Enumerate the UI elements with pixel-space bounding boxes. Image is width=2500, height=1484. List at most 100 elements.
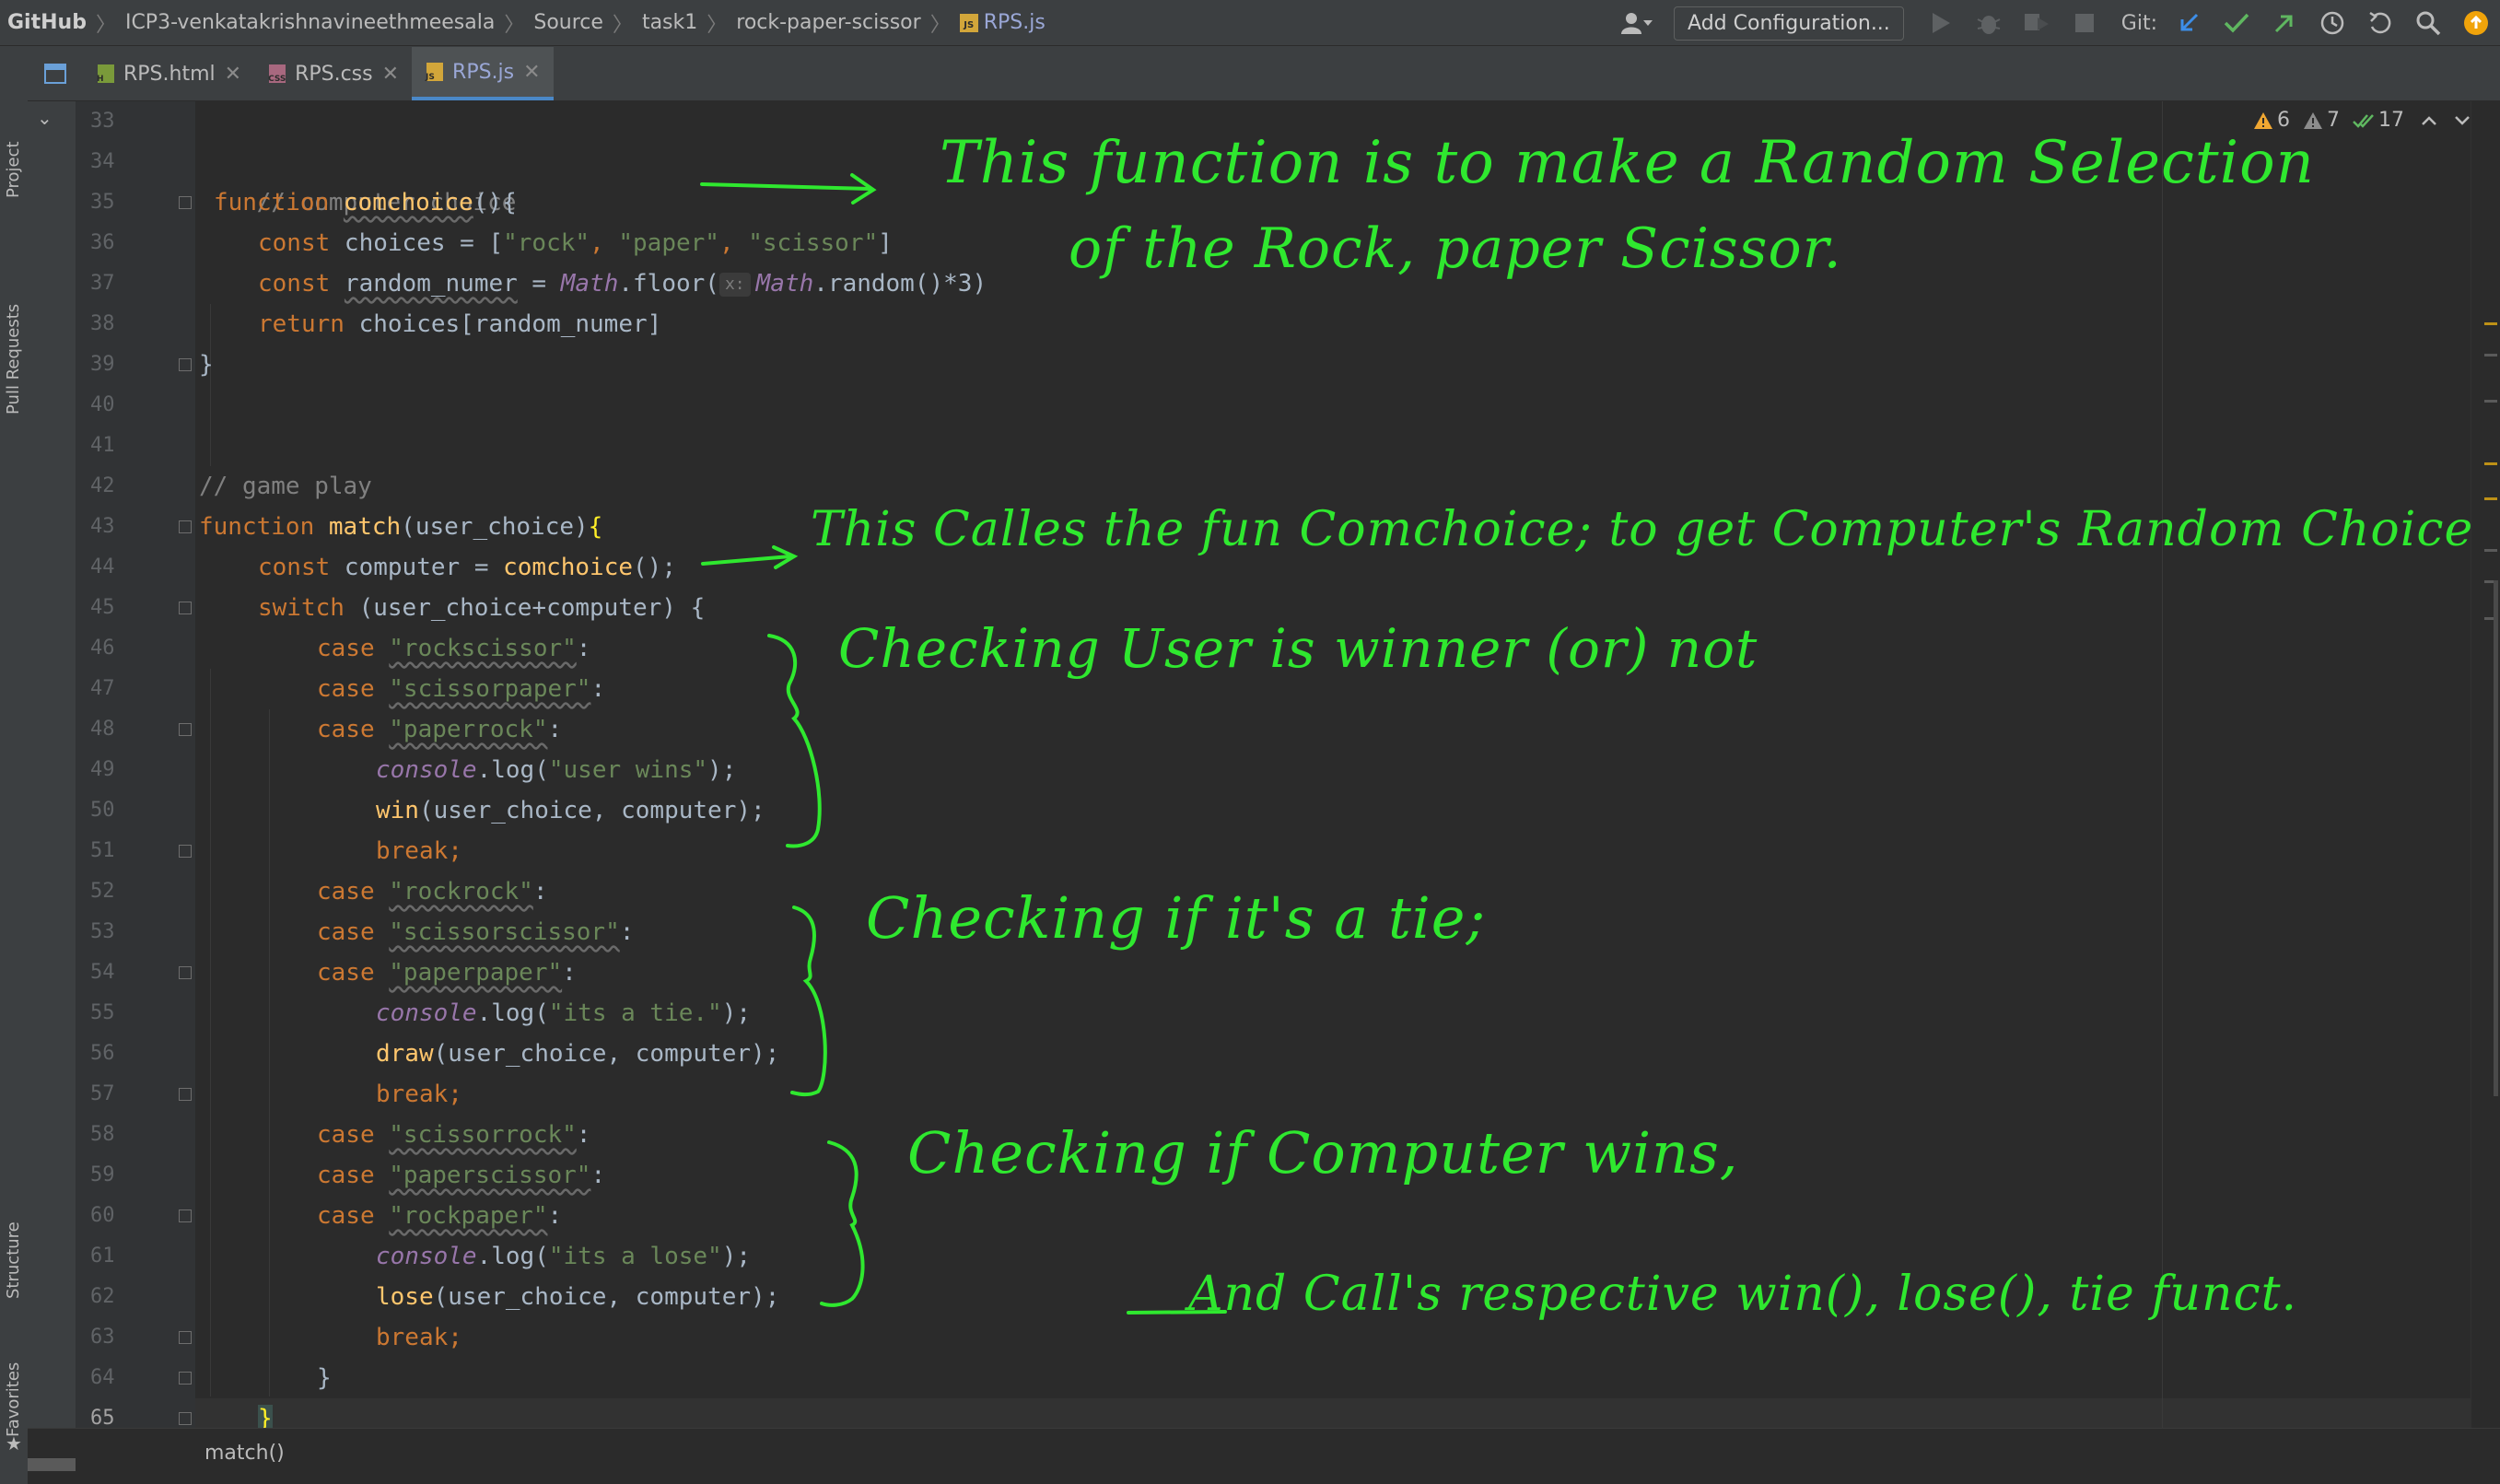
typo-ok-count[interactable]: 17 bbox=[2353, 109, 2404, 132]
line-number[interactable]: 41 bbox=[76, 426, 193, 466]
code-line-46[interactable]: case "rockscissor": bbox=[317, 628, 590, 669]
tab-rps-css[interactable]: CSS RPS.css ✕ bbox=[254, 47, 412, 100]
code-line-53[interactable]: case "scissorscissor": bbox=[317, 912, 634, 952]
code-line-60[interactable]: case "rockpaper": bbox=[317, 1196, 562, 1236]
code-line-42[interactable]: // game play bbox=[199, 466, 372, 507]
line-number[interactable]: 42 bbox=[76, 466, 193, 507]
breadcrumb-item-github[interactable]: GitHub bbox=[7, 11, 87, 34]
line-number[interactable]: 47 bbox=[76, 669, 193, 709]
fold-marker-icon[interactable] bbox=[179, 845, 192, 858]
previous-highlight-icon[interactable] bbox=[2421, 115, 2437, 126]
warning-marker[interactable] bbox=[2484, 497, 2497, 500]
warning-marker[interactable] bbox=[2484, 322, 2497, 325]
line-number[interactable]: 63 bbox=[76, 1317, 193, 1358]
coverage-icon[interactable] bbox=[2018, 5, 2055, 41]
warning-marker[interactable] bbox=[2484, 462, 2497, 465]
project-view-toggle[interactable] bbox=[28, 47, 83, 100]
code-line-45[interactable]: switch (user_choice+computer) { bbox=[258, 588, 705, 628]
line-number[interactable]: 45 bbox=[76, 588, 193, 628]
close-icon[interactable]: ✕ bbox=[382, 63, 399, 86]
line-number[interactable]: 52 bbox=[76, 871, 193, 912]
line-number[interactable]: 43 bbox=[76, 507, 193, 547]
code-line-57[interactable]: break; bbox=[376, 1074, 462, 1115]
code-line-43[interactable]: function match(user_choice){ bbox=[199, 507, 602, 547]
warnings-count[interactable]: 6 bbox=[2253, 109, 2290, 132]
code-line-58[interactable]: case "scissorrock": bbox=[317, 1115, 590, 1155]
scrollbar-thumb[interactable] bbox=[2494, 580, 2498, 1096]
code-line-37[interactable]: const random_numer = Math.floor(x: Math.r… bbox=[258, 263, 987, 304]
fold-marker-icon[interactable] bbox=[179, 358, 192, 371]
breadcrumb-function[interactable]: match() bbox=[204, 1442, 285, 1465]
line-number[interactable]: 62 bbox=[76, 1277, 193, 1317]
breadcrumb-item-file[interactable]: RPS.js bbox=[984, 11, 1046, 34]
line-number[interactable]: 44 bbox=[76, 547, 193, 588]
line-number[interactable]: 54 bbox=[76, 952, 193, 993]
error-stripe[interactable] bbox=[2471, 101, 2500, 1428]
line-number[interactable]: 34 bbox=[76, 142, 193, 182]
code-line-49[interactable]: console.log("user wins"); bbox=[376, 750, 736, 790]
breadcrumb-item-task1[interactable]: task1 bbox=[642, 11, 697, 34]
git-update-icon[interactable] bbox=[2170, 5, 2207, 41]
fold-marker-icon[interactable] bbox=[179, 1209, 192, 1222]
fold-marker-icon[interactable] bbox=[179, 520, 192, 533]
code-line-48[interactable]: case "paperrock": bbox=[317, 709, 562, 750]
structure-tool-tab[interactable]: Structure bbox=[0, 1188, 28, 1326]
info-marker[interactable] bbox=[2484, 549, 2497, 552]
breadcrumb-item-folder[interactable]: rock-paper-scissor bbox=[736, 11, 920, 34]
fold-marker-icon[interactable] bbox=[179, 966, 192, 979]
line-number[interactable]: 39 bbox=[76, 345, 193, 385]
code-line-55[interactable]: console.log("its a tie."); bbox=[376, 993, 751, 1034]
fold-marker-icon[interactable] bbox=[179, 602, 192, 614]
line-number[interactable]: 37 bbox=[76, 263, 193, 304]
line-number[interactable]: 46 bbox=[76, 628, 193, 669]
info-marker[interactable] bbox=[2484, 354, 2497, 356]
rollback-icon[interactable] bbox=[2362, 5, 2399, 41]
line-number[interactable]: 58 bbox=[76, 1115, 193, 1155]
pull-requests-tool-tab[interactable]: Pull Requests bbox=[0, 249, 28, 461]
breadcrumb-item-repo[interactable]: ICP3-venkatakrishnavineethmeesala bbox=[125, 11, 495, 34]
fold-marker-icon[interactable] bbox=[179, 723, 192, 736]
line-number[interactable]: 33 bbox=[76, 101, 193, 142]
info-marker[interactable] bbox=[2484, 400, 2497, 403]
line-number[interactable]: 53 bbox=[76, 912, 193, 952]
line-number[interactable]: 49 bbox=[76, 750, 193, 790]
inspection-widget[interactable]: 6 7 17 bbox=[2240, 109, 2471, 132]
line-number[interactable]: 40 bbox=[76, 385, 193, 426]
fold-marker-icon[interactable] bbox=[179, 196, 192, 209]
code-line-62[interactable]: lose(user_choice, computer); bbox=[376, 1277, 779, 1317]
code-line-50[interactable]: win(user_choice, computer); bbox=[376, 790, 765, 831]
history-icon[interactable] bbox=[2314, 5, 2351, 41]
project-tool-tab[interactable]: Project bbox=[0, 101, 28, 212]
close-icon[interactable]: ✕ bbox=[523, 61, 540, 84]
tab-rps-html[interactable]: H RPS.html ✕ bbox=[83, 47, 254, 100]
line-number[interactable]: 51 bbox=[76, 831, 193, 871]
line-number[interactable]: 57 bbox=[76, 1074, 193, 1115]
horizontal-scrollbar-thumb[interactable] bbox=[28, 1458, 76, 1471]
code-line-51[interactable]: break; bbox=[376, 831, 462, 871]
line-number[interactable]: 60 bbox=[76, 1196, 193, 1236]
fold-marker-icon[interactable] bbox=[179, 1412, 192, 1425]
code-line-38[interactable]: return choices[random_numer] bbox=[258, 304, 661, 345]
code-line-36[interactable]: const choices = ["rock", "paper", "sciss… bbox=[258, 223, 893, 263]
fold-marker-icon[interactable] bbox=[179, 1372, 192, 1385]
debug-icon[interactable] bbox=[1970, 5, 2007, 41]
code-line-34[interactable]: // computer choice bbox=[199, 142, 517, 216]
line-number[interactable]: 61 bbox=[76, 1236, 193, 1277]
user-icon[interactable] bbox=[1618, 5, 1655, 41]
line-number[interactable]: 50 bbox=[76, 790, 193, 831]
line-number[interactable]: 48 bbox=[76, 709, 193, 750]
line-number[interactable]: 55 bbox=[76, 993, 193, 1034]
add-configuration-button[interactable]: Add Configuration... bbox=[1674, 6, 1904, 41]
update-notification-icon[interactable] bbox=[2458, 5, 2494, 41]
code-line-39[interactable]: } bbox=[199, 345, 214, 385]
code-line-64[interactable]: } bbox=[317, 1358, 332, 1398]
code-line-44[interactable]: const computer = comchoice(); bbox=[258, 547, 676, 588]
code-line-54[interactable]: case "paperpaper": bbox=[317, 952, 577, 993]
run-icon[interactable] bbox=[1922, 5, 1959, 41]
close-icon[interactable]: ✕ bbox=[225, 63, 241, 86]
breadcrumb-item-source[interactable]: Source bbox=[533, 11, 603, 34]
line-number[interactable]: 36 bbox=[76, 223, 193, 263]
code-line-35[interactable]: function comchoice(){ bbox=[214, 182, 517, 223]
code-line-59[interactable]: case "paperscissor": bbox=[317, 1155, 605, 1196]
fold-marker-icon[interactable] bbox=[179, 1088, 192, 1101]
